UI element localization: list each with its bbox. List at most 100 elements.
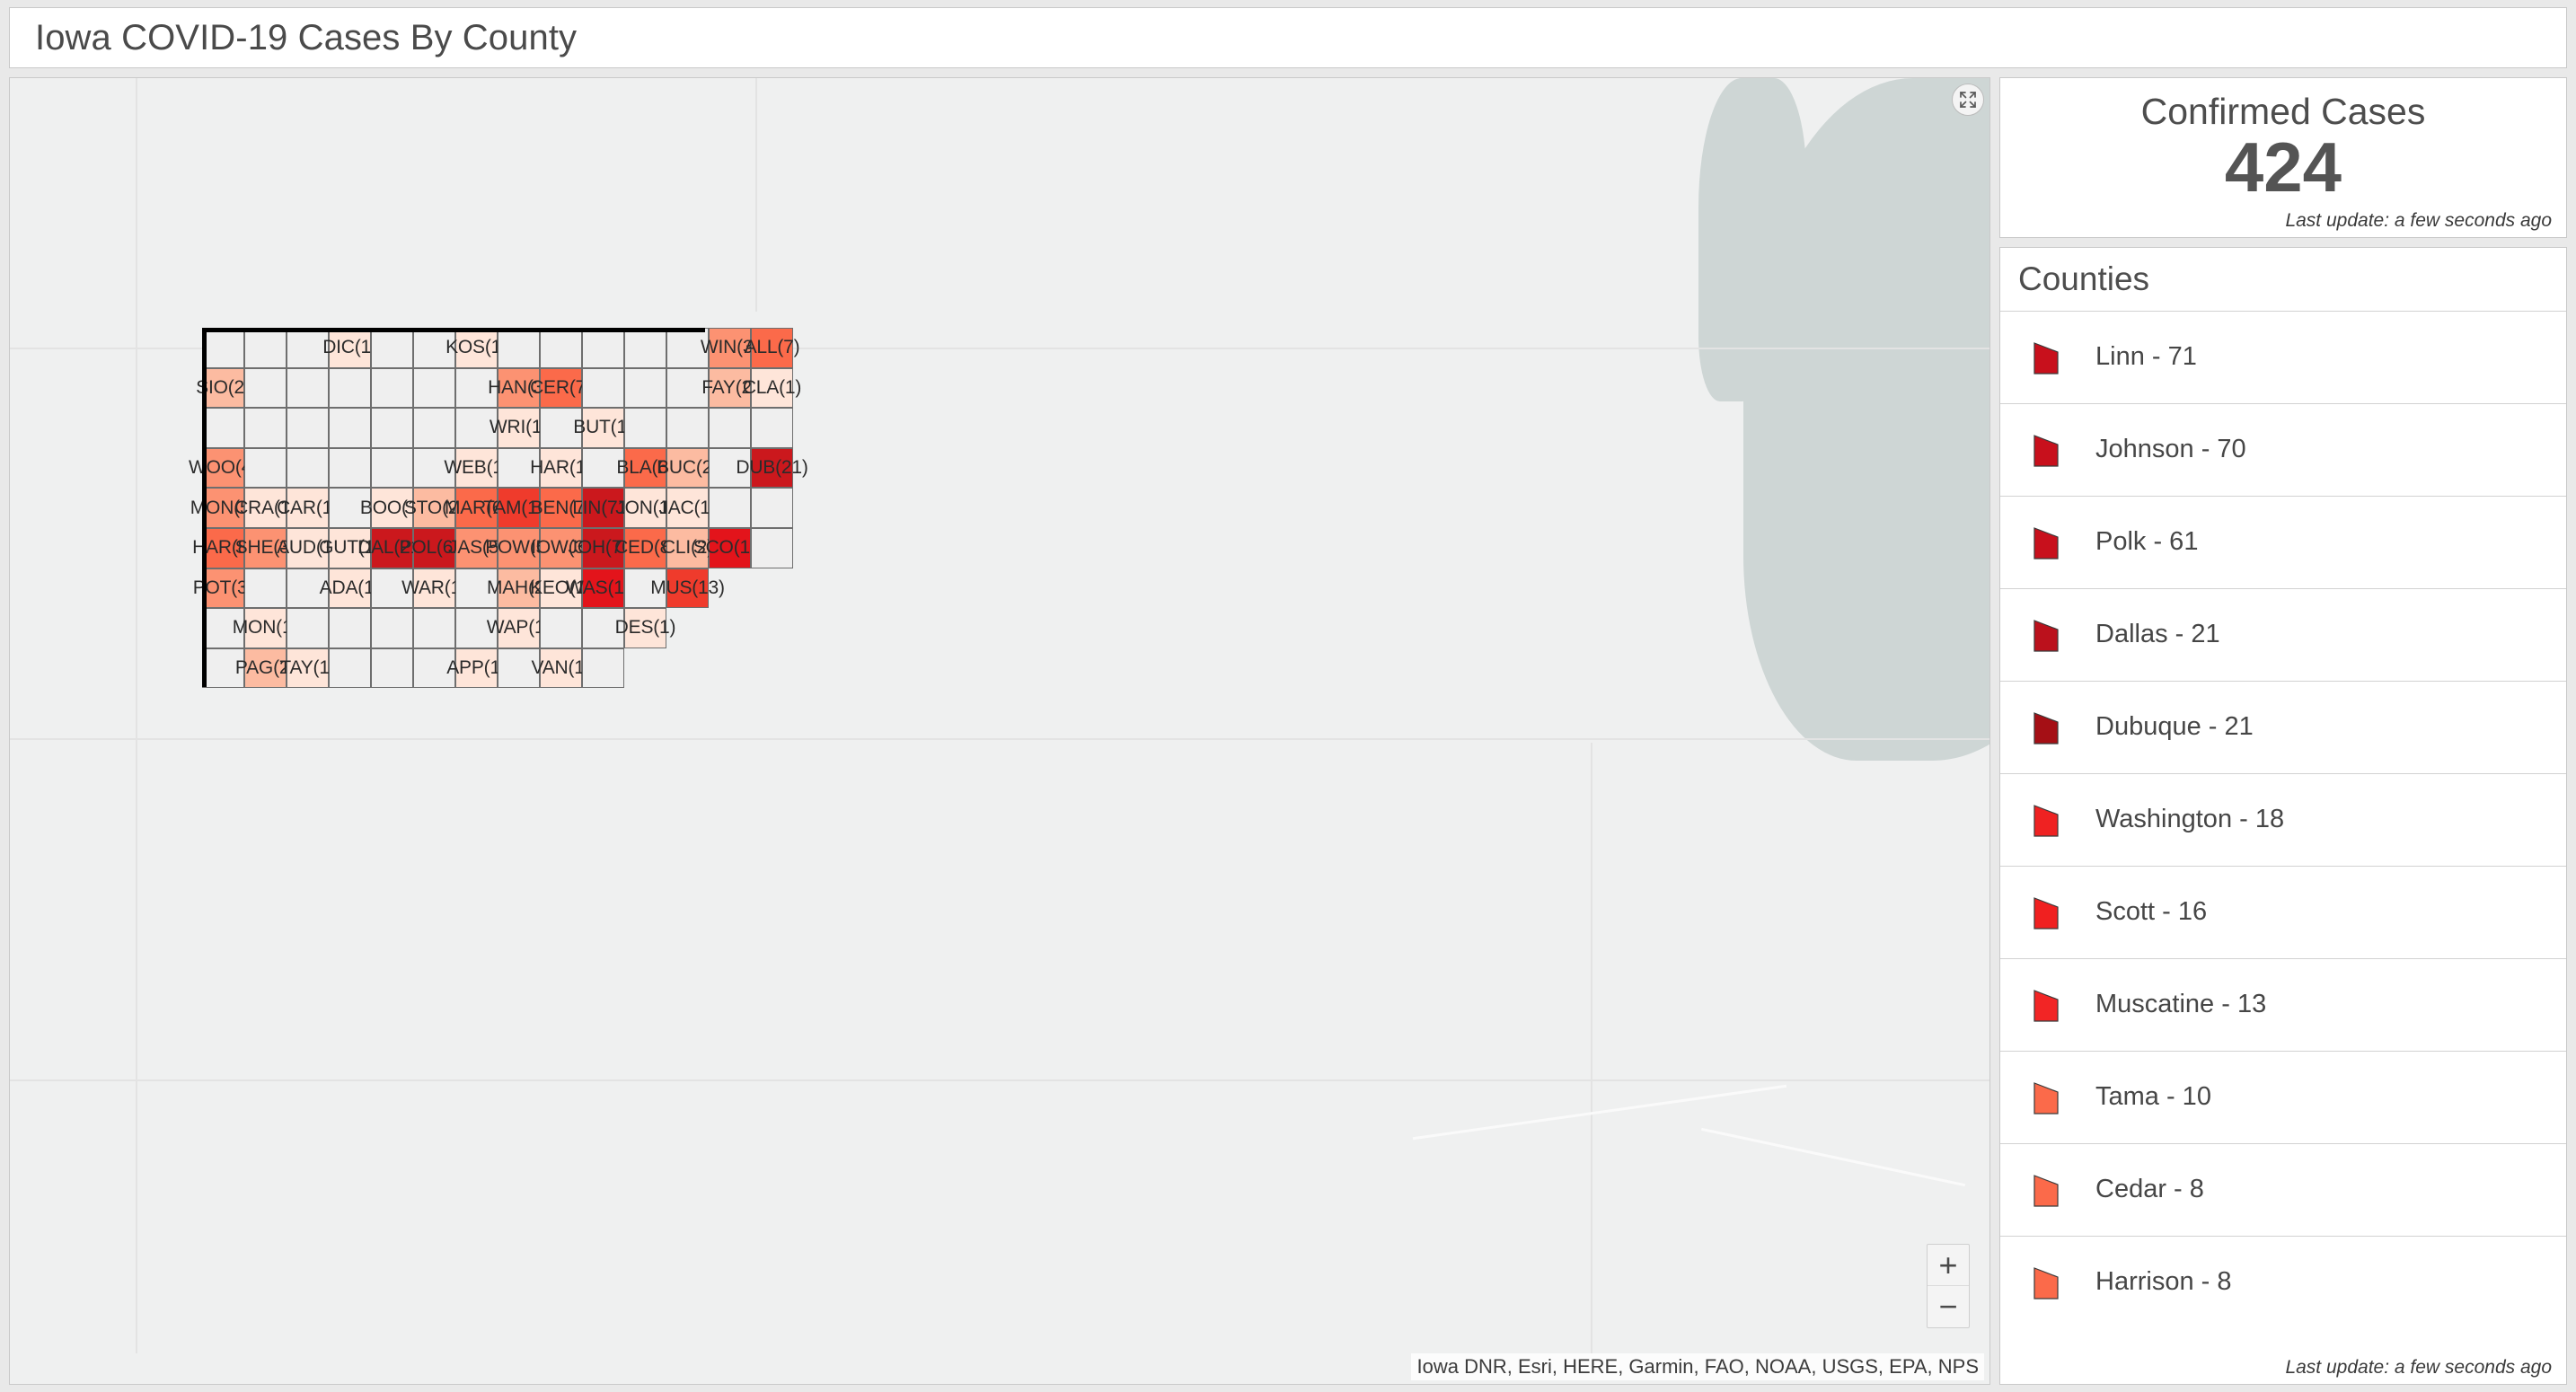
county-empty[interactable] xyxy=(371,328,413,368)
county-was[interactable]: WAS(18) xyxy=(566,568,640,609)
county-dub[interactable]: DUB(21) xyxy=(736,447,808,489)
county-empty[interactable] xyxy=(666,408,709,448)
county-empty[interactable] xyxy=(244,568,287,609)
map-panel[interactable]: DIC(1) KOS(1) WIN(3) ALL(7) SIO(2) HAN(3) CER(… xyxy=(9,77,1990,1385)
county-empty[interactable] xyxy=(202,408,244,448)
county-empty[interactable] xyxy=(751,528,793,568)
county-empty[interactable] xyxy=(329,367,371,409)
county-ced[interactable]: CED(8) xyxy=(614,528,676,568)
county-empty[interactable] xyxy=(413,408,455,448)
county-but[interactable]: BUT(1) xyxy=(573,408,633,448)
county-van[interactable]: VAN(1) xyxy=(531,648,591,689)
county-empty[interactable] xyxy=(709,488,751,528)
county-empty[interactable] xyxy=(287,408,329,448)
map-zoom-controls[interactable]: + − xyxy=(1927,1244,1970,1328)
county-shape-icon xyxy=(2033,897,2059,929)
counties-list-last-update: Last update: a few seconds ago xyxy=(2281,1357,2555,1379)
county-empty[interactable] xyxy=(624,408,666,448)
county-list-item[interactable]: Muscatine - 13 xyxy=(2000,957,2566,1051)
county-har[interactable]: HAR(1) xyxy=(530,447,592,489)
county-cer[interactable]: CER(7) xyxy=(530,367,592,409)
county-empty[interactable] xyxy=(371,447,413,489)
road-vertical-3 xyxy=(1591,743,1592,1353)
county-empty[interactable] xyxy=(244,328,287,368)
road-horizontal-2 xyxy=(10,738,1989,740)
county-sco[interactable]: SCO(16) xyxy=(693,528,766,568)
county-empty[interactable] xyxy=(371,648,413,689)
county-empty[interactable] xyxy=(287,608,329,648)
county-list-item[interactable]: Dallas - 21 xyxy=(2000,587,2566,681)
county-empty[interactable] xyxy=(371,608,413,648)
county-all[interactable]: ALL(7) xyxy=(745,328,800,368)
county-empty[interactable] xyxy=(329,408,371,448)
county-woo[interactable]: WOO(4) xyxy=(189,447,258,489)
county-empty[interactable] xyxy=(413,608,455,648)
zoom-out-button[interactable]: − xyxy=(1928,1286,1969,1327)
river-2 xyxy=(1700,1127,1966,1187)
county-kos[interactable]: KOS(1) xyxy=(446,328,507,368)
county-list-item-label: Scott - 16 xyxy=(2095,897,2208,927)
county-car[interactable]: CAR(1) xyxy=(277,488,339,528)
county-empty[interactable] xyxy=(540,328,582,368)
county-empty[interactable] xyxy=(371,367,413,409)
county-mus[interactable]: MUS(13) xyxy=(650,568,725,609)
county-empty[interactable] xyxy=(540,608,582,648)
county-list-item-label: Washington - 18 xyxy=(2095,805,2285,834)
county-list-item[interactable]: Johnson - 70 xyxy=(2000,402,2566,496)
counties-list-panel: Counties Linn - 71 Johnson - 70 Polk - 61 D… xyxy=(1999,246,2567,1385)
county-empty[interactable] xyxy=(709,408,751,448)
county-empty[interactable] xyxy=(624,367,666,409)
county-list-item[interactable]: Tama - 10 xyxy=(2000,1050,2566,1143)
county-empty[interactable] xyxy=(624,328,666,368)
county-list-item[interactable]: Scott - 16 xyxy=(2000,865,2566,958)
county-wap[interactable]: WAP(1) xyxy=(487,608,551,648)
county-cla[interactable]: CLA(1) xyxy=(743,367,801,409)
page-title: Iowa COVID-19 Cases By County xyxy=(35,17,578,57)
county-empty[interactable] xyxy=(371,408,413,448)
county-mon2[interactable]: MON(1) xyxy=(233,608,298,648)
county-app[interactable]: APP(1) xyxy=(446,648,507,689)
county-list-item[interactable]: Dubuque - 21 xyxy=(2000,680,2566,773)
county-empty[interactable] xyxy=(244,408,287,448)
county-shape-icon xyxy=(2033,990,2059,1022)
county-list-item-label: Linn - 71 xyxy=(2095,342,2197,372)
county-list-item[interactable]: Polk - 61 xyxy=(2000,495,2566,588)
county-shape-icon xyxy=(2033,805,2059,837)
river-1 xyxy=(1412,1084,1787,1141)
county-empty[interactable] xyxy=(751,488,793,528)
county-list-item[interactable]: Harrison - 8 xyxy=(2000,1235,2566,1328)
county-list-item-label: Dubuque - 21 xyxy=(2095,712,2254,742)
county-buc[interactable]: BUC(2) xyxy=(657,447,719,489)
county-empty[interactable] xyxy=(202,328,244,368)
county-list-item[interactable]: Linn - 71 xyxy=(2000,310,2566,403)
county-empty[interactable] xyxy=(329,447,371,489)
county-pot[interactable]: POT(3) xyxy=(193,568,254,609)
county-dic[interactable]: DIC(1) xyxy=(322,328,377,368)
county-wri[interactable]: WRI(1) xyxy=(490,408,548,448)
county-war[interactable]: WAR(1) xyxy=(401,568,467,609)
county-empty[interactable] xyxy=(582,328,624,368)
county-empty[interactable] xyxy=(287,447,329,489)
county-ada[interactable]: ADA(1) xyxy=(320,568,381,609)
counties-list-scroll[interactable]: Linn - 71 Johnson - 70 Polk - 61 Dallas - 2… xyxy=(2000,310,2566,1384)
zoom-in-button[interactable]: + xyxy=(1928,1245,1969,1286)
county-empty[interactable] xyxy=(498,328,540,368)
county-empty[interactable] xyxy=(582,367,624,409)
county-list-item[interactable]: Cedar - 8 xyxy=(2000,1142,2566,1236)
county-empty[interactable] xyxy=(582,648,624,689)
fullscreen-icon[interactable] xyxy=(1952,84,1984,116)
county-empty[interactable] xyxy=(244,447,287,489)
county-empty[interactable] xyxy=(329,608,371,648)
county-empty[interactable] xyxy=(751,408,793,448)
county-empty[interactable] xyxy=(329,648,371,689)
county-des[interactable]: DES(1) xyxy=(615,608,676,648)
county-empty[interactable] xyxy=(287,367,329,409)
county-empty[interactable] xyxy=(413,367,455,409)
county-empty[interactable] xyxy=(244,367,287,409)
county-list-item[interactable]: Washington - 18 xyxy=(2000,772,2566,866)
county-tay[interactable]: TAY(1) xyxy=(279,648,336,689)
county-jac[interactable]: JAC(1) xyxy=(658,488,717,528)
county-label: JAC(1) xyxy=(658,497,717,518)
county-web[interactable]: WEB(1) xyxy=(444,447,509,489)
county-sio[interactable]: SIO(2) xyxy=(196,367,251,409)
